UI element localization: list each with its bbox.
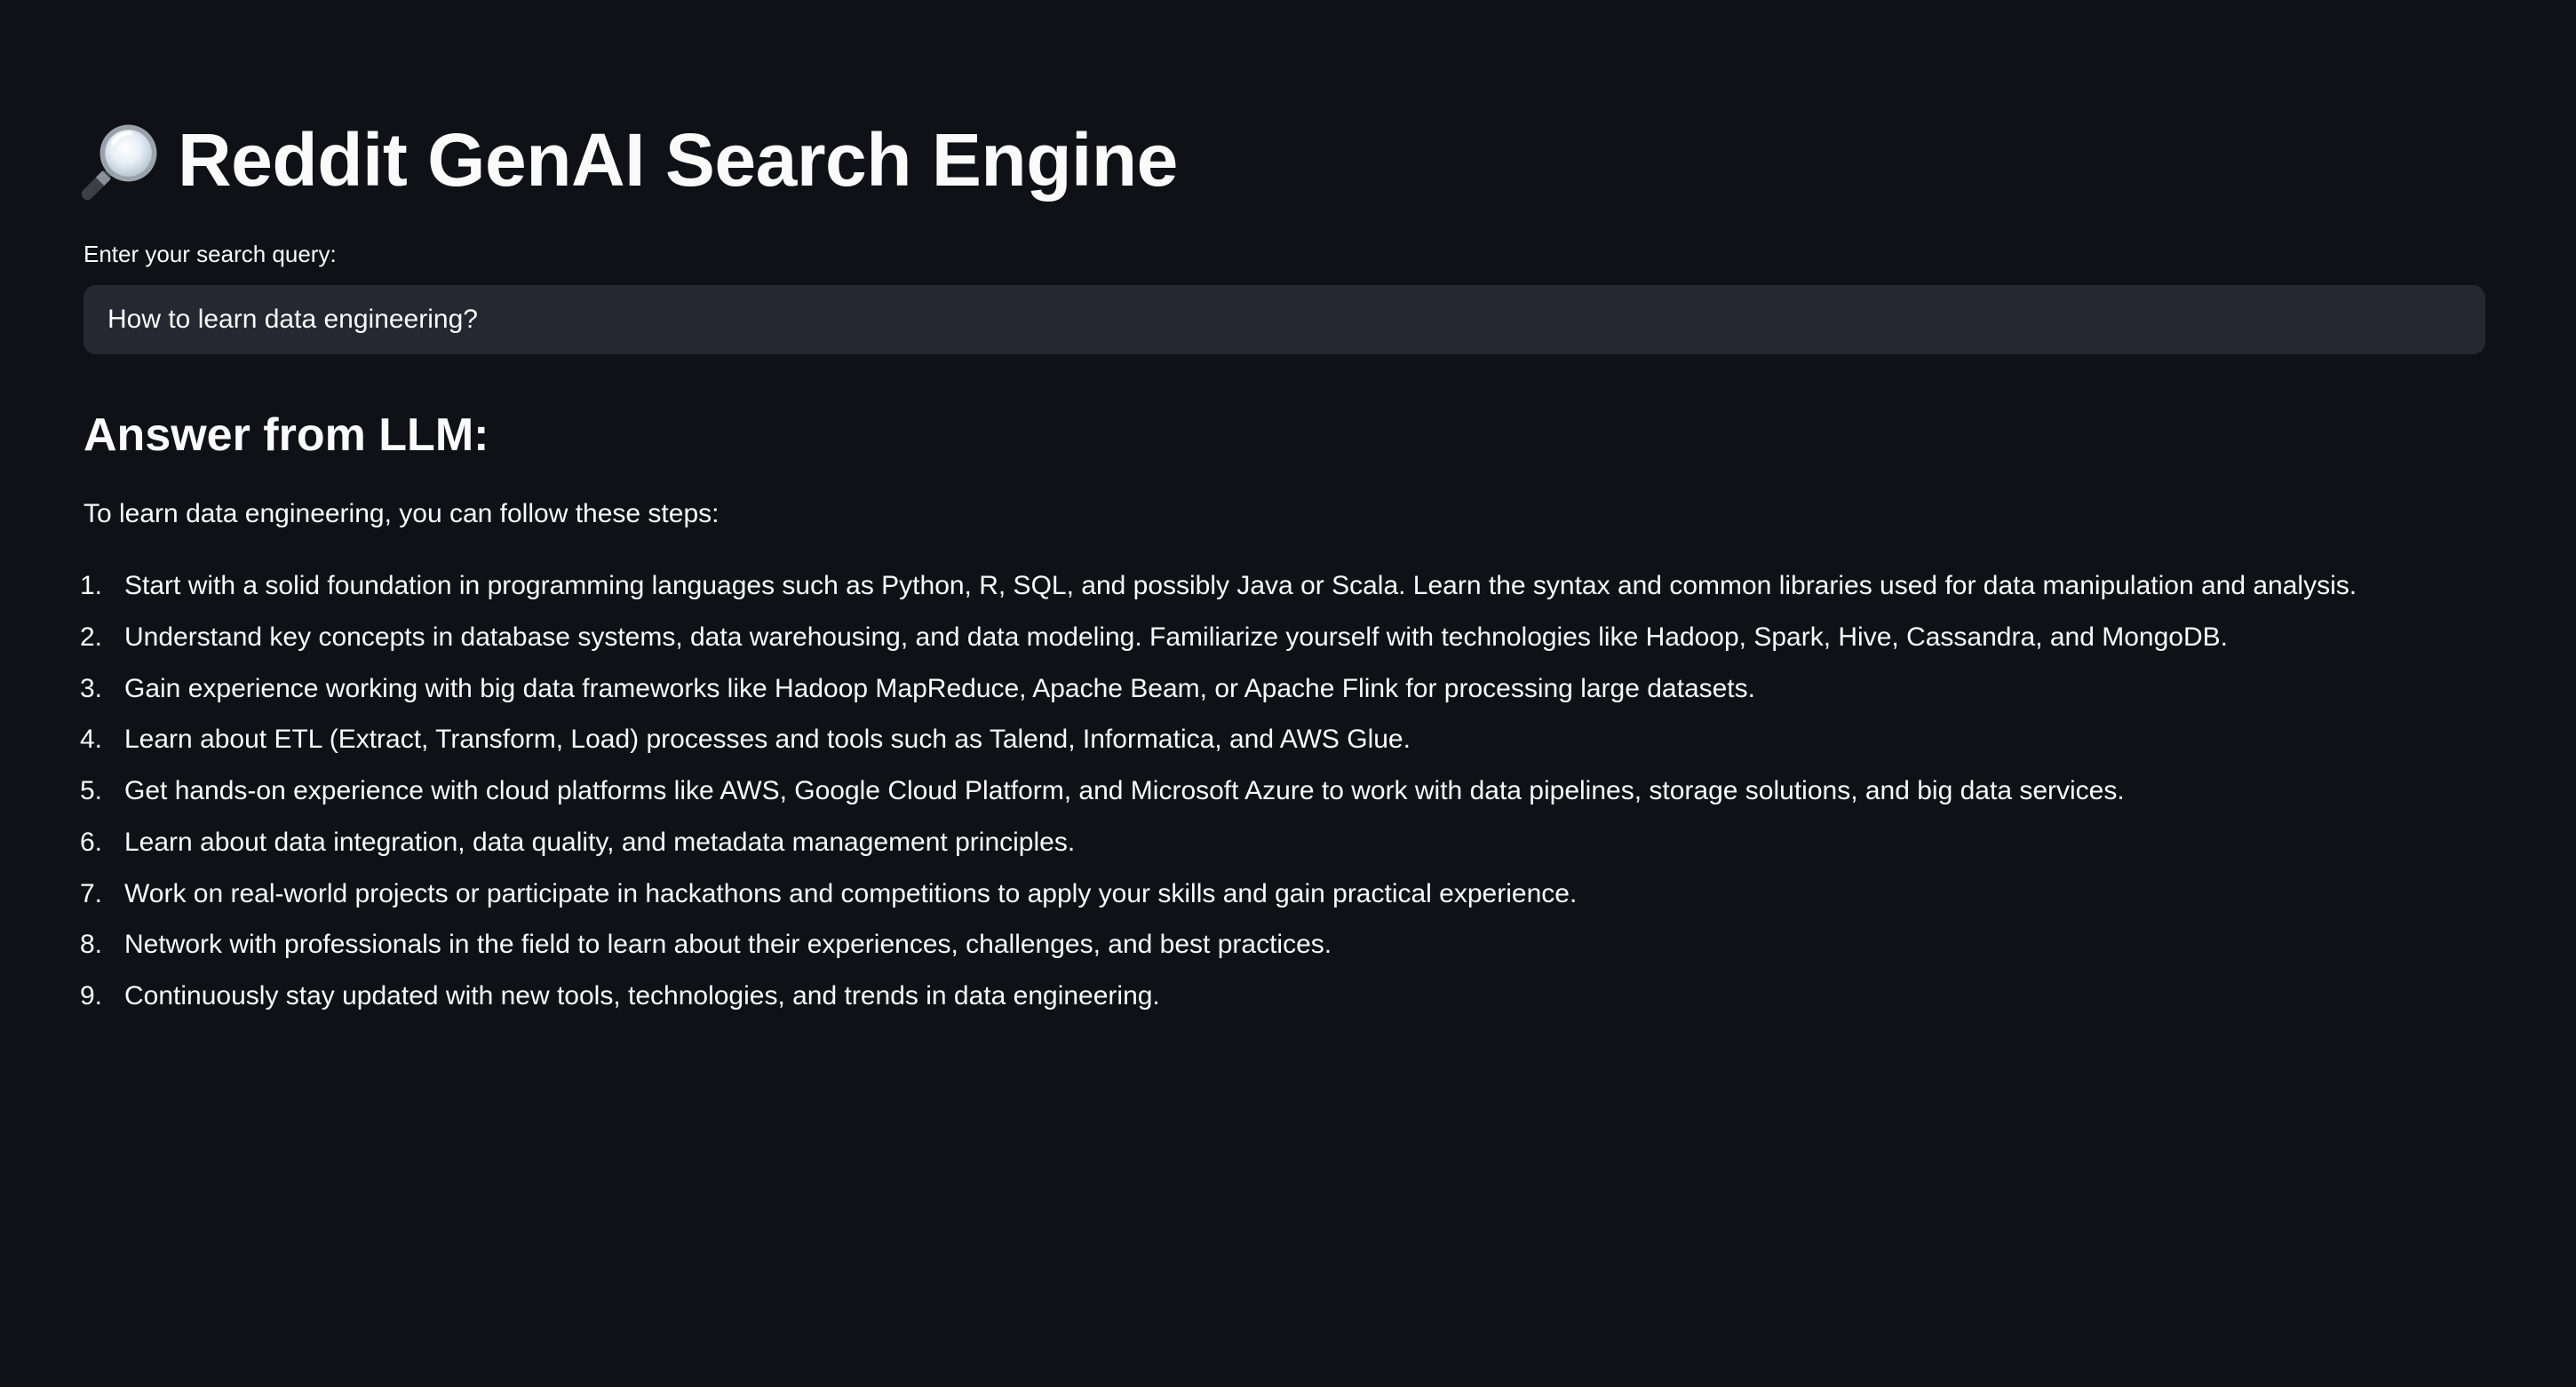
page-header: Reddit GenAI Search Engine [80, 111, 1178, 209]
list-item-text: Continuously stay updated with new tools… [124, 981, 1160, 1011]
list-item-text: Start with a solid foundation in program… [124, 571, 2357, 600]
list-item-text: Gain experience working with big data fr… [124, 673, 1755, 703]
list-item: 3. Gain experience working with big data… [80, 669, 2514, 720]
list-item-number: 9. [80, 981, 103, 1011]
app-page: Reddit GenAI Search Engine Enter your se… [0, 0, 2576, 1387]
search-input[interactable] [84, 286, 2485, 353]
list-item-number: 1. [80, 571, 103, 600]
list-item: 4. Learn about ETL (Extract, Transform, … [80, 719, 2514, 771]
list-item: 5. Get hands-on experience with cloud pl… [80, 771, 2514, 822]
list-item-text: Learn about ETL (Extract, Transform, Loa… [124, 725, 1411, 755]
list-item: 8. Network with professionals in the fie… [80, 924, 2514, 976]
list-item: 1. Start with a solid foundation in prog… [80, 566, 2514, 617]
list-item: 6. Learn about data integration, data qu… [80, 822, 2514, 874]
answer-steps-list: 1. Start with a solid foundation in prog… [80, 566, 2514, 1027]
search-query-label: Enter your search query: [83, 241, 337, 267]
list-item-number: 4. [80, 725, 103, 755]
list-item-number: 2. [80, 622, 103, 652]
list-item-text: Network with professionals in the field … [124, 930, 1332, 960]
magnifying-glass-icon [81, 124, 157, 201]
answer-intro: To learn data engineering, you can follo… [83, 499, 720, 528]
list-item-text: Work on real-world projects or participa… [124, 878, 1578, 908]
list-item-number: 5. [80, 776, 103, 805]
list-item-number: 7. [80, 878, 103, 908]
list-item-text: Get hands-on experience with cloud platf… [124, 776, 2125, 805]
list-item: 9. Continuously stay updated with new to… [80, 976, 2514, 1027]
list-item: 7. Work on real-world projects or partic… [80, 874, 2514, 925]
list-item-number: 6. [80, 827, 103, 857]
answer-heading: Answer from LLM: [83, 409, 489, 461]
page-title: Reddit GenAI Search Engine [178, 118, 1178, 202]
list-item-text: Learn about data integration, data quali… [124, 827, 1076, 857]
list-item-text: Understand key concepts in database syst… [124, 622, 2228, 652]
list-item: 2. Understand key concepts in database s… [80, 617, 2514, 669]
list-item-number: 3. [80, 673, 103, 703]
search-field-container [83, 285, 2485, 354]
list-item-number: 8. [80, 930, 103, 960]
